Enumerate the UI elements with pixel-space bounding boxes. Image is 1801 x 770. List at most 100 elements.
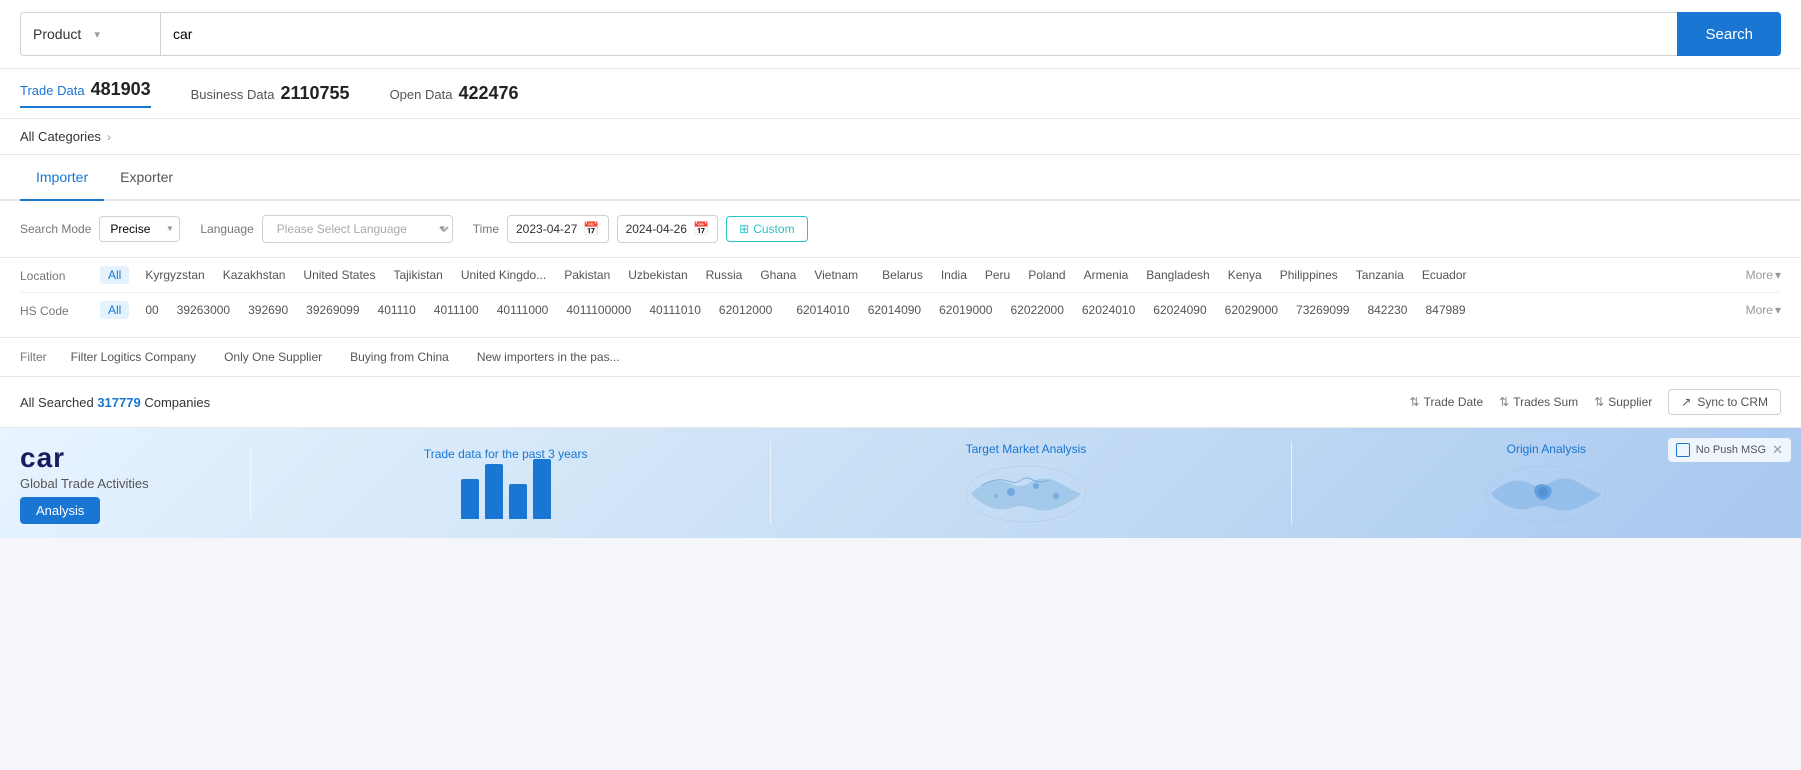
open-data-stat[interactable]: Open Data 422476 [390, 83, 519, 104]
date-from-input[interactable]: 2023-04-27 📅 [507, 215, 609, 243]
hs-tag-18[interactable]: 842230 [1361, 301, 1413, 319]
location-tag-5[interactable]: Pakistan [558, 266, 616, 284]
trade-data-label: Trade Data [20, 83, 85, 98]
hs-tag-16[interactable]: 62029000 [1219, 301, 1284, 319]
hs-code-tags: 00 39263000 392690 39269099 401110 40111… [139, 301, 1735, 319]
filter-controls: Search Mode Precise Fuzzy Language Pleas… [0, 201, 1801, 258]
sort-trade-date[interactable]: ⇅ Trade Date [1410, 395, 1484, 409]
location-tag-10[interactable]: Belarus [876, 266, 929, 284]
hs-tag-5[interactable]: 4011100 [428, 301, 485, 319]
sort-trade-date-label: Trade Date [1424, 395, 1484, 409]
location-tag-7[interactable]: Russia [700, 266, 749, 284]
hs-tag-8[interactable]: 40111010 [643, 301, 707, 319]
hs-tag-9[interactable]: 62012000 [713, 301, 778, 319]
sync-to-crm-button[interactable]: ↗ Sync to CRM [1668, 389, 1781, 415]
results-count: 317779 [97, 395, 140, 410]
language-label: Language [200, 222, 253, 236]
checkbox-icon[interactable] [1676, 443, 1690, 457]
custom-button[interactable]: ⊞ Custom [726, 216, 807, 242]
target-market-title[interactable]: Target Market Analysis [966, 442, 1087, 456]
hs-tag-6[interactable]: 40111000 [491, 301, 555, 319]
location-tag-6[interactable]: Uzbekistan [622, 266, 693, 284]
target-market-section: Target Market Analysis [770, 442, 1260, 524]
language-select[interactable]: Please Select Language English Chinese [262, 215, 453, 243]
hs-tag-17[interactable]: 73269099 [1290, 301, 1355, 319]
results-bar: All Searched 317779 Companies ⇅ Trade Da… [0, 377, 1801, 428]
chip-logitics[interactable]: Filter Logitics Company [67, 348, 200, 366]
close-icon[interactable]: ✕ [1772, 442, 1783, 458]
tab-importer[interactable]: Importer [20, 155, 104, 201]
chip-new-importers[interactable]: New importers in the pas... [473, 348, 624, 366]
hs-tag-1[interactable]: 39263000 [171, 301, 236, 319]
bar-4 [533, 459, 551, 519]
sort-options: ⇅ Trade Date ⇅ Trades Sum ⇅ Supplier ↗ S… [1410, 389, 1781, 415]
global-trade-label: Global Trade Activities [20, 476, 149, 491]
location-tag-19[interactable]: Ecuador [1416, 266, 1473, 284]
hs-tag-0[interactable]: 00 [139, 301, 164, 319]
search-type-select[interactable]: Product ▾ [20, 12, 160, 56]
location-tag-3[interactable]: Tajikistan [387, 266, 448, 284]
bar-2 [485, 464, 503, 519]
search-mode-label: Search Mode [20, 222, 91, 236]
trade-data-stat[interactable]: Trade Data 481903 [20, 79, 151, 108]
business-data-stat[interactable]: Business Data 2110755 [191, 83, 350, 104]
categories-row[interactable]: All Categories › [0, 119, 1801, 155]
location-tags: Kyrgyzstan Kazakhstan United States Taji… [139, 266, 1735, 284]
analysis-button[interactable]: Analysis [20, 497, 100, 524]
sort-trades-sum-label: Trades Sum [1513, 395, 1578, 409]
hs-tag-10[interactable]: 62014010 [790, 301, 855, 319]
date-to-value: 2024-04-26 [626, 222, 687, 236]
hs-tag-12[interactable]: 62019000 [933, 301, 998, 319]
hs-tag-3[interactable]: 39269099 [300, 301, 365, 319]
location-tag-9[interactable]: Vietnam [808, 266, 864, 284]
location-tag-4[interactable]: United Kingdo... [455, 266, 552, 284]
location-tag-12[interactable]: Peru [979, 266, 1016, 284]
business-data-value: 2110755 [280, 83, 349, 104]
search-mode-select[interactable]: Precise Fuzzy [99, 216, 180, 242]
hs-tag-11[interactable]: 62014090 [862, 301, 927, 319]
hs-tag-4[interactable]: 401110 [372, 301, 422, 319]
location-tag-13[interactable]: Poland [1022, 266, 1071, 284]
location-tag-1[interactable]: Kazakhstan [217, 266, 292, 284]
location-tag-8[interactable]: Ghana [754, 266, 802, 284]
calendar-icon-2: 📅 [693, 221, 709, 237]
hs-tag-2[interactable]: 392690 [242, 301, 294, 319]
location-tag-16[interactable]: Kenya [1222, 266, 1268, 284]
hs-code-more-link[interactable]: More ▾ [1746, 303, 1781, 317]
hs-tag-19[interactable]: 847989 [1419, 301, 1471, 319]
search-button[interactable]: Search [1677, 12, 1781, 56]
location-tag-11[interactable]: India [935, 266, 973, 284]
location-tag-18[interactable]: Tanzania [1350, 266, 1410, 284]
no-push-msg-label: No Push MSG [1696, 444, 1766, 456]
sort-supplier[interactable]: ⇅ Supplier [1594, 395, 1652, 409]
tab-exporter[interactable]: Exporter [104, 155, 189, 201]
hs-tag-7[interactable]: 4011100000 [560, 301, 637, 319]
location-all-tag[interactable]: All [100, 266, 129, 284]
location-more-link[interactable]: More ▾ [1746, 268, 1781, 282]
open-data-value: 422476 [458, 83, 518, 104]
sync-label: Sync to CRM [1697, 395, 1768, 409]
hs-tag-15[interactable]: 62024090 [1147, 301, 1212, 319]
sort-icon: ⇅ [1410, 395, 1420, 409]
trade-data-section-title[interactable]: Trade data for the past 3 years [424, 447, 588, 461]
hs-tag-13[interactable]: 62022000 [1004, 301, 1069, 319]
search-input[interactable] [160, 12, 1677, 56]
sort-trades-sum[interactable]: ⇅ Trades Sum [1499, 395, 1578, 409]
sort-supplier-label: Supplier [1608, 395, 1652, 409]
tabs-row: Importer Exporter [0, 155, 1801, 201]
date-to-input[interactable]: 2024-04-26 📅 [617, 215, 719, 243]
location-tag-17[interactable]: Philippines [1274, 266, 1344, 284]
location-tag-14[interactable]: Armenia [1078, 266, 1135, 284]
chip-china[interactable]: Buying from China [346, 348, 453, 366]
location-tag-0[interactable]: Kyrgyzstan [139, 266, 210, 284]
origin-analysis-title[interactable]: Origin Analysis [1507, 442, 1586, 456]
location-tag-2[interactable]: United States [297, 266, 381, 284]
trade-chart [461, 469, 551, 519]
hs-code-all-tag[interactable]: All [100, 301, 129, 319]
calendar-icon: 📅 [583, 221, 599, 237]
analysis-panel: car Global Trade Activities Analysis Tra… [0, 428, 1801, 538]
hs-tag-14[interactable]: 62024010 [1076, 301, 1141, 319]
chip-one-supplier[interactable]: Only One Supplier [220, 348, 326, 366]
location-tag-15[interactable]: Bangladesh [1140, 266, 1215, 284]
search-type-label: Product [33, 26, 87, 42]
